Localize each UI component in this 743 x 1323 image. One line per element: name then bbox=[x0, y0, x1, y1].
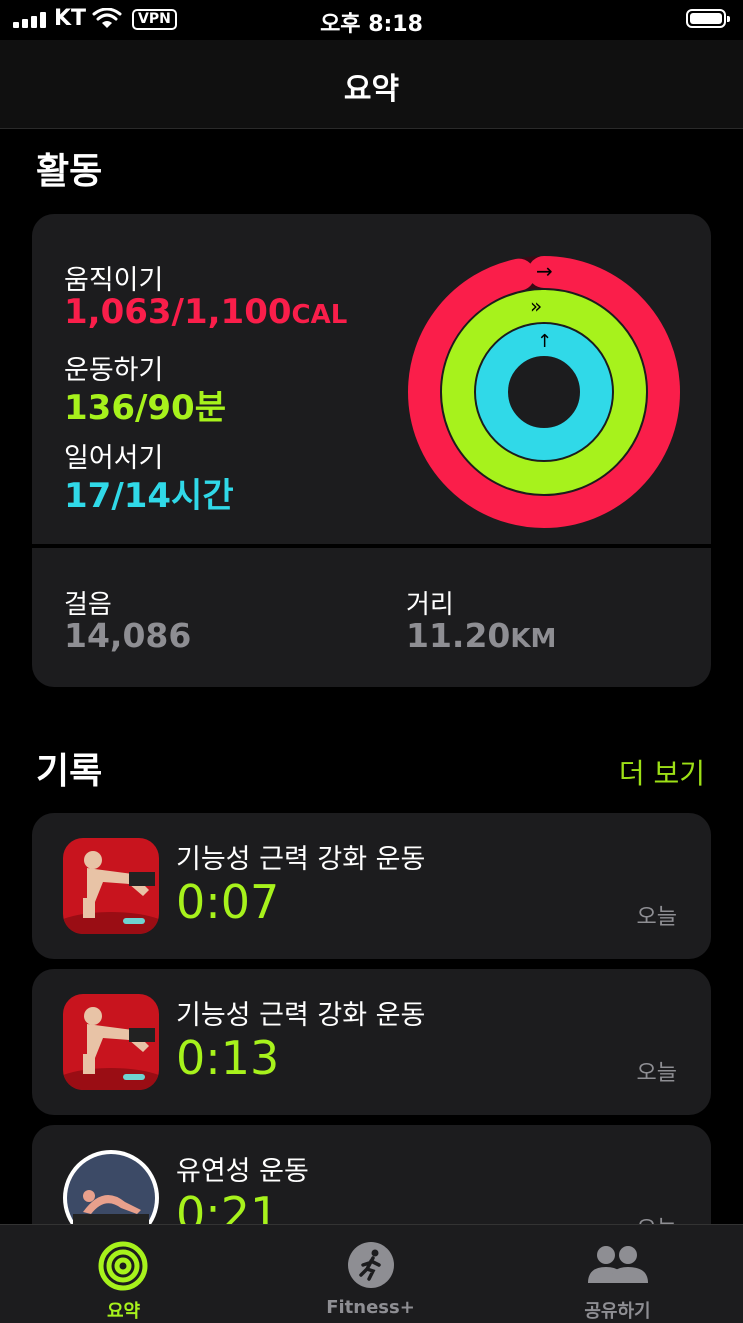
people-icon bbox=[588, 1246, 648, 1283]
move-arrow-icon: → bbox=[536, 259, 553, 283]
page-title: 요약 bbox=[343, 72, 400, 107]
history-section-title: 기록 bbox=[36, 751, 103, 792]
pushup-icon bbox=[63, 994, 159, 1090]
workout-date: 오늘 bbox=[636, 905, 677, 930]
activity-rings-icon bbox=[98, 1241, 148, 1291]
status-time: 오후 8:18 bbox=[320, 12, 423, 37]
workout-name: 기능성 근력 강화 운동 bbox=[176, 1000, 426, 1031]
stand-value: 17/14시간 bbox=[64, 476, 234, 516]
runner-icon bbox=[348, 1242, 394, 1288]
exercise-value: 136/90분 bbox=[64, 388, 226, 428]
pushup-icon bbox=[63, 838, 159, 934]
activity-rings: → » ↑ bbox=[408, 256, 680, 528]
tab-summary[interactable]: 요약 bbox=[0, 1225, 247, 1323]
list-item[interactable]: 기능성 근력 강화 운동 0:13 오늘 bbox=[32, 969, 711, 1115]
tab-fitness-plus-label: Fitness+ bbox=[326, 1297, 415, 1318]
tab-summary-label: 요약 bbox=[106, 1301, 141, 1322]
stand-arrow-icon: ↑ bbox=[537, 331, 552, 352]
stand-ring bbox=[476, 324, 612, 460]
workout-duration: 0:07 bbox=[176, 875, 280, 929]
more-link[interactable]: 더 보기 bbox=[619, 752, 705, 792]
steps-value: 14,086 bbox=[64, 616, 192, 655]
status-bar: KT VPN 오후 8:18 bbox=[0, 0, 743, 40]
activity-card[interactable]: 움직이기 1,063/1,100CAL 운동하기 136/90분 일어서기 17… bbox=[32, 214, 711, 687]
distance-value: 11.20KM bbox=[406, 616, 557, 655]
divider bbox=[32, 544, 711, 548]
move-value: 1,063/1,100CAL bbox=[64, 292, 348, 332]
workout-name: 유연성 운동 bbox=[176, 1156, 309, 1187]
workout-duration: 0:13 bbox=[176, 1031, 280, 1085]
tab-sharing-label: 공유하기 bbox=[584, 1301, 651, 1322]
exercise-arrow-icon: » bbox=[530, 294, 542, 318]
list-item[interactable]: 기능성 근력 강화 운동 0:07 오늘 bbox=[32, 813, 711, 959]
battery-icon bbox=[686, 9, 730, 28]
tab-sharing[interactable]: 공유하기 bbox=[494, 1225, 741, 1323]
tab-bar: 요약 Fitness+ 공유하기 bbox=[0, 1224, 743, 1323]
tab-fitness-plus[interactable]: Fitness+ bbox=[247, 1225, 494, 1323]
workout-date: 오늘 bbox=[636, 1061, 677, 1086]
activity-section-title: 활동 bbox=[36, 151, 103, 192]
nav-bar: 요약 bbox=[0, 40, 743, 129]
workout-name: 기능성 근력 강화 운동 bbox=[176, 844, 426, 875]
